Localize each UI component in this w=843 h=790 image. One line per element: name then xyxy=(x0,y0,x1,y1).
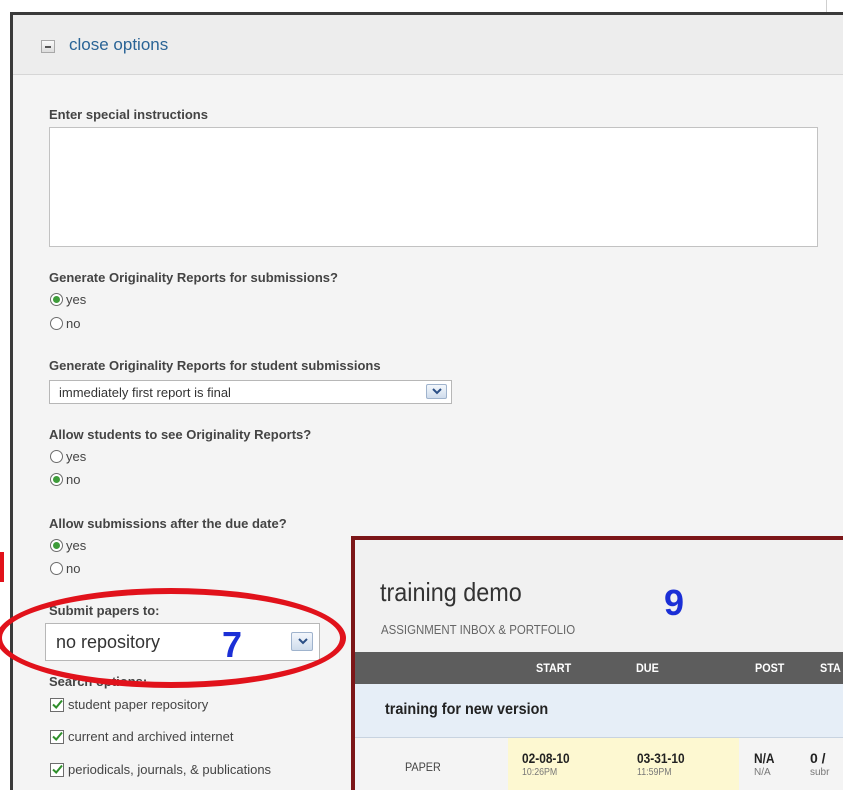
late-submissions-yes[interactable]: yes xyxy=(50,538,86,553)
radio-icon[interactable] xyxy=(50,450,63,463)
due-time: 11:59PM xyxy=(637,767,672,778)
originality-reports-label: Generate Originality Reports for submiss… xyxy=(49,270,338,285)
special-instructions-label: Enter special instructions xyxy=(49,107,208,122)
originality-reports-no[interactable]: no xyxy=(50,316,80,331)
chevron-down-icon[interactable] xyxy=(426,384,447,399)
see-reports-no[interactable]: no xyxy=(50,472,80,487)
late-submissions-no[interactable]: no xyxy=(50,561,80,576)
assignment-row[interactable]: PAPER 02-08-10 10:26PM 03-31-10 11:59PM … xyxy=(355,738,843,790)
search-option-internet[interactable]: current and archived internet xyxy=(50,729,233,744)
due-date: 03-31-10 xyxy=(637,750,685,766)
inbox-column-header: START DUE POST STA xyxy=(355,652,843,684)
assignment-inbox-overlay: training demo ASSIGNMENT INBOX & PORTFOL… xyxy=(351,536,843,790)
checkmark-icon[interactable] xyxy=(50,697,64,712)
column-due: DUE xyxy=(636,661,659,675)
assignment-group-row[interactable]: training for new version xyxy=(355,684,843,738)
student-reports-label: Generate Originality Reports for student… xyxy=(49,358,381,373)
status-count: 0 / xyxy=(810,750,826,766)
radio-icon[interactable] xyxy=(50,562,63,575)
due-date-cell: 03-31-10 11:59PM xyxy=(623,738,739,790)
originality-reports-yes[interactable]: yes xyxy=(50,292,86,307)
collapse-icon[interactable] xyxy=(41,40,55,53)
search-option-periodicals[interactable]: periodicals, journals, & publications xyxy=(50,762,271,777)
student-reports-select[interactable]: immediately first report is final xyxy=(49,380,452,404)
late-submissions-label: Allow submissions after the due date? xyxy=(49,516,287,531)
checkmark-icon[interactable] xyxy=(50,729,64,744)
assignment-group-title: training for new version xyxy=(385,701,549,718)
divider-line xyxy=(826,0,827,12)
inbox-subtitle: ASSIGNMENT INBOX & PORTFOLIO xyxy=(381,622,576,637)
start-date: 02-08-10 xyxy=(522,750,570,766)
search-option-student-paper[interactable]: student paper repository xyxy=(50,697,208,712)
close-options-link[interactable]: close options xyxy=(69,35,168,55)
radio-selected-icon[interactable] xyxy=(50,293,63,306)
annotation-number-9: 9 xyxy=(664,582,685,623)
checkmark-icon[interactable] xyxy=(50,762,64,777)
radio-selected-icon[interactable] xyxy=(50,539,63,552)
inbox-header: training demo ASSIGNMENT INBOX & PORTFOL… xyxy=(355,540,843,652)
status-sub: subr xyxy=(810,767,830,778)
radio-selected-icon[interactable] xyxy=(50,473,63,486)
assignment-type: PAPER xyxy=(405,760,441,774)
class-title: training demo xyxy=(380,577,522,607)
annotation-number-7: 7 xyxy=(222,624,243,665)
radio-icon[interactable] xyxy=(50,317,63,330)
column-post: POST xyxy=(755,661,785,675)
options-header: close options xyxy=(13,15,843,75)
start-time: 10:26PM xyxy=(522,767,558,778)
post-date: N/A xyxy=(754,750,775,766)
special-instructions-input[interactable] xyxy=(49,127,818,247)
column-start: START xyxy=(536,661,572,675)
post-sub: N/A xyxy=(754,767,771,778)
see-reports-yes[interactable]: yes xyxy=(50,449,86,464)
column-status: STA xyxy=(820,661,841,675)
annotation-red-ellipse xyxy=(0,588,346,688)
annotation-red-mark xyxy=(0,552,4,582)
start-date-cell: 02-08-10 10:26PM xyxy=(508,738,624,790)
see-reports-label: Allow students to see Originality Report… xyxy=(49,427,312,442)
